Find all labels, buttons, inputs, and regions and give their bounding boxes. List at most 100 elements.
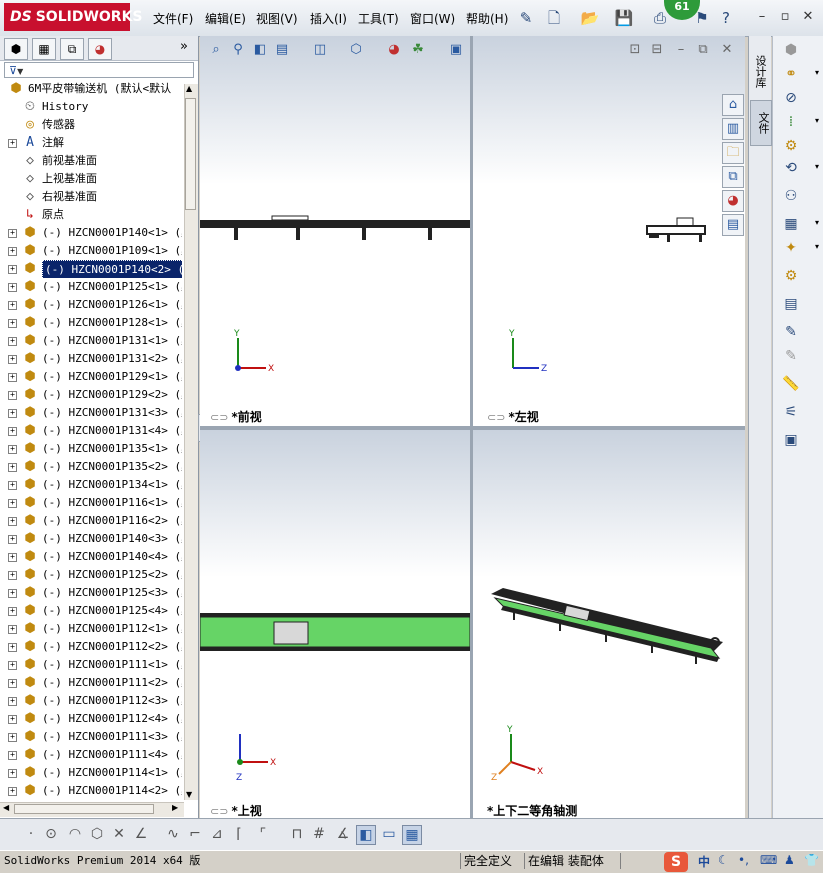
viewport-close-icon[interactable]: ✕ (719, 42, 735, 58)
linear-pattern-icon[interactable]: ⁞ (781, 112, 801, 132)
link-views-icon[interactable]: ⊂⊃ (487, 411, 505, 424)
chevron-down-icon[interactable]: ▾ (815, 218, 819, 227)
home-icon[interactable]: ⌂ (722, 94, 744, 116)
tree-item[interactable]: + ⬢ (-) HZCN0001P131<1> (默 (0, 332, 182, 350)
move-component-icon[interactable]: ⟲ (781, 158, 801, 178)
angle-icon[interactable]: ∡ (334, 825, 352, 843)
tree-item[interactable]: + ⬢ (-) HZCN0001P125<2> (默 (0, 566, 182, 584)
tree-item[interactable]: + ⬢ (-) HZCN0001P111<1> (默 (0, 656, 182, 674)
design-library-icon[interactable]: ▥ (722, 118, 744, 140)
tree-item[interactable]: + ⬢ (-) HZCN0001P131<3> (默 (0, 404, 182, 422)
file-explorer-icon[interactable]: 🗀 (722, 142, 744, 164)
tree-expander-icon[interactable]: + (8, 733, 17, 742)
scroll-left-icon[interactable]: ◀ (3, 803, 9, 812)
tree-item[interactable]: + ⬢ (-) HZCN0001P140<1> (默 (0, 224, 182, 242)
chevron-down-icon[interactable]: ▾ (815, 162, 819, 171)
ime-keyboard-icon[interactable]: ⌨ (760, 853, 777, 867)
tree-expander-icon[interactable]: + (8, 301, 17, 310)
tree-item[interactable]: ◎ 传感器 (0, 116, 182, 134)
tree-item[interactable]: + ⬢ (-) HZCN0001P111<3> (默 (0, 728, 182, 746)
construction-geometry-icon[interactable]: ⌜ (254, 825, 272, 843)
circle-icon[interactable]: ⊙ (42, 825, 60, 843)
tree-expander-icon[interactable]: + (8, 769, 17, 778)
view-settings-icon[interactable]: ▣ (448, 42, 464, 58)
view-palette-icon[interactable]: ⧉ (722, 166, 744, 188)
ime-logo-icon[interactable]: S (664, 852, 688, 872)
new-document-icon[interactable]: 🗋 (544, 8, 564, 28)
tree-expander-icon[interactable]: + (8, 553, 17, 562)
smart-fasteners-icon[interactable]: ⚙ (781, 136, 801, 156)
bill-of-materials-icon[interactable]: ▤ (781, 294, 801, 314)
tree-item[interactable]: + ⬢ (-) HZCN0001P116<2> (默 (0, 512, 182, 530)
tree-expander-icon[interactable]: + (8, 337, 17, 346)
tree-expander-icon[interactable]: + (8, 787, 17, 796)
tree-item[interactable]: + ⬢ (-) HZCN0001P111<4> (默 (0, 746, 182, 764)
dimension-icon[interactable]: ⊓ (288, 825, 306, 843)
tree-item[interactable]: + A 注解 (0, 134, 182, 152)
tree-item[interactable]: ⏲ History (0, 98, 182, 116)
tree-expander-icon[interactable]: + (8, 517, 17, 526)
menu-insert[interactable]: 插入(I) (310, 10, 347, 27)
chevron-down-icon[interactable]: ▾ (815, 242, 819, 251)
tree-scroll-thumb[interactable] (185, 98, 196, 210)
insert-component-icon[interactable]: ⬢ (781, 40, 801, 60)
viewport-isometric[interactable]: Y X Z *上下二等角轴测 (473, 430, 745, 818)
arc-icon[interactable]: ◠ (66, 825, 84, 843)
tree-expander-icon[interactable]: + (8, 535, 17, 544)
tree-expander-icon[interactable]: + (8, 715, 17, 724)
tree-expander-icon[interactable]: + (8, 571, 17, 580)
collapse-panel-icon[interactable]: » (180, 39, 188, 54)
tree-item[interactable]: + ⬢ (-) HZCN0001P129<1> (默 (0, 368, 182, 386)
tree-expander-icon[interactable]: + (8, 661, 17, 670)
property-manager-icon[interactable]: ▦ (32, 38, 56, 60)
ime-user-icon[interactable]: ♟ (784, 853, 795, 867)
menu-view[interactable]: 视图(V) (256, 10, 298, 27)
paperclip-icon[interactable]: ⊘ (781, 88, 801, 108)
tree-expander-icon[interactable]: + (8, 463, 17, 472)
tree-expander-icon[interactable]: + (8, 319, 17, 328)
tree-expander-icon[interactable]: + (8, 499, 17, 508)
assembly-features-icon[interactable]: ▦ (781, 214, 801, 234)
display-style-icon[interactable]: ⬡ (348, 42, 364, 58)
mate-icon[interactable]: ⚭ (781, 64, 801, 84)
tree-item[interactable]: + ⬢ (-) HZCN0001P135<1> (默 (0, 440, 182, 458)
tree-item[interactable]: + ⬢ (-) HZCN0001P109<1> (默 (0, 242, 182, 260)
polygon-icon[interactable]: ⬡ (88, 825, 106, 843)
viewport-split-icon[interactable]: ⊟ (649, 42, 665, 58)
configuration-manager-icon[interactable]: ⧉ (60, 38, 84, 60)
feature-tree-icon[interactable]: ⬢ (4, 38, 28, 60)
minimize-icon[interactable]: – (754, 9, 770, 25)
pin-icon[interactable]: ✎ (516, 8, 536, 28)
tree-item[interactable]: + ⬢ (-) HZCN0001P135<2> (默 (0, 458, 182, 476)
appearances-scenes-icon[interactable]: ◕ (722, 190, 744, 212)
tree-item[interactable]: + ⬢ (-) HZCN0001P140<2> (默 (0, 260, 182, 278)
menu-help[interactable]: 帮助(H) (466, 10, 508, 27)
viewport-maximize-icon[interactable]: ⧉ (695, 42, 711, 58)
interference-detection-icon[interactable]: 📏 (781, 374, 801, 394)
tree-item[interactable]: + ⬢ (-) HZCN0001P112<2> (默 (0, 638, 182, 656)
tree-expander-icon[interactable]: + (8, 355, 17, 364)
custom-properties-icon[interactable]: ▤ (722, 214, 744, 236)
tree-item[interactable]: + ⬢ (-) HZCN0001P131<4> (默 (0, 422, 182, 440)
tree-expander-icon[interactable]: + (8, 391, 17, 400)
grid-icon[interactable]: # (310, 825, 328, 843)
menu-window[interactable]: 窗口(W) (410, 10, 455, 27)
explode-line-sketch-icon[interactable]: ✎ (781, 346, 801, 366)
tree-item[interactable]: ⬢ 6M平皮带输送机 (默认<默认 (0, 80, 182, 98)
clearance-verification-icon[interactable]: ⚟ (781, 402, 801, 422)
ime-punctuation-icon[interactable]: •, (738, 853, 749, 867)
menu-edit[interactable]: 编辑(E) (205, 10, 246, 27)
tree-item[interactable]: ↳ 原点 (0, 206, 182, 224)
tree-item[interactable]: + ⬢ (-) HZCN0001P112<3> (默 (0, 692, 182, 710)
rebuild-icon[interactable]: ⚑ (692, 8, 712, 28)
shaded-view-icon[interactable]: ◧ (356, 825, 376, 845)
viewport-left[interactable]: Y Z ⊡ ⊟ – ⧉ ✕ ⊂⊃ *左视 (473, 36, 745, 426)
tree-item[interactable]: + ⬢ (-) HZCN0001P114<2> (默 (0, 782, 182, 800)
tree-expander-icon[interactable]: + (8, 751, 17, 760)
tree-item[interactable]: + ⬢ (-) HZCN0001P128<1> (默 (0, 314, 182, 332)
tree-item[interactable]: ◇ 上视基准面 (0, 170, 182, 188)
chevron-down-icon[interactable]: ▾ (815, 116, 819, 125)
save-icon[interactable]: 💾 (614, 8, 634, 28)
task-pane-tab-files[interactable]: 文件 (750, 100, 772, 146)
tree-item[interactable]: + ⬢ (-) HZCN0001P114<1> (默 (0, 764, 182, 782)
